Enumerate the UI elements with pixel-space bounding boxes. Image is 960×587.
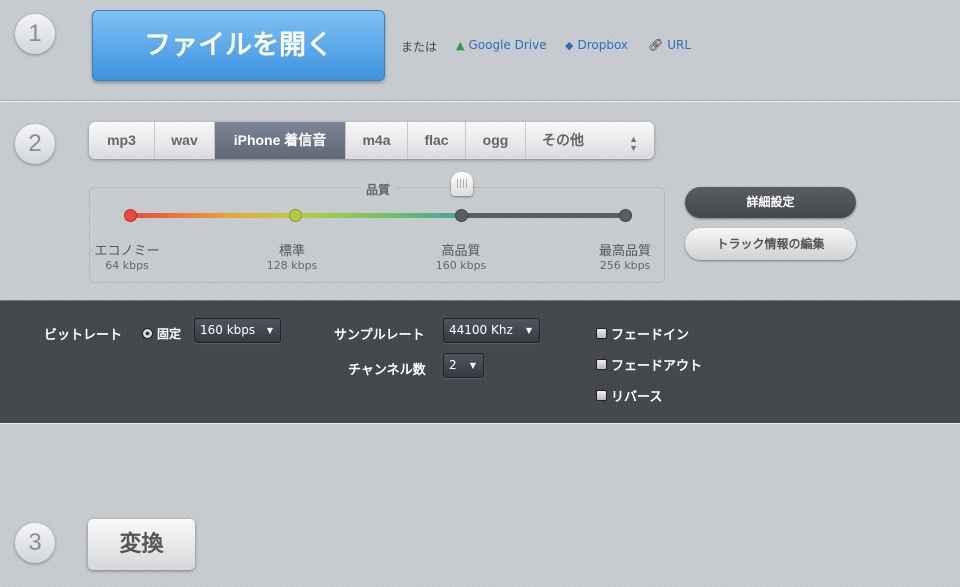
bitrate-value: 160 kbps bbox=[200, 323, 256, 337]
quality-stop-standard[interactable] bbox=[289, 209, 302, 222]
dropdown-arrow-icon: ▼ bbox=[525, 326, 532, 335]
quality-label: 標準 bbox=[278, 244, 305, 259]
dropbox-link[interactable]: ◆ Dropbox bbox=[565, 38, 628, 52]
tab-flac[interactable]: flac bbox=[408, 122, 466, 159]
step-1-badge: 1 bbox=[15, 14, 55, 54]
dropbox-icon: ◆ bbox=[565, 38, 574, 52]
tab-mp3[interactable]: mp3 bbox=[89, 122, 155, 159]
format-tabs: mp3 wav iPhone 着信音 m4a flac ogg その他 ▲ ▼ bbox=[89, 122, 654, 159]
url-link[interactable]: 🔗︎ URL bbox=[648, 38, 691, 52]
bitrate-fixed-radio[interactable]: 固定 bbox=[142, 325, 181, 342]
quality-kbps: 256 kbps bbox=[599, 259, 651, 272]
quality-slider-handle[interactable]: |||| bbox=[451, 172, 473, 196]
step-2-badge: 2 bbox=[15, 124, 55, 164]
quality-title: 品質 bbox=[360, 181, 397, 198]
bitrate-label: ビットレート bbox=[44, 328, 123, 343]
google-drive-icon: ▲ bbox=[456, 38, 465, 52]
url-label: URL bbox=[667, 38, 692, 52]
samplerate-label: サンプルレート bbox=[334, 328, 425, 343]
quality-slider-track[interactable] bbox=[461, 213, 625, 218]
dropdown-arrow-icon: ▼ bbox=[266, 326, 273, 335]
link-icon: 🔗︎ bbox=[648, 38, 664, 52]
dropdown-arrow-icon: ▼ bbox=[469, 361, 476, 370]
google-drive-label: Google Drive bbox=[468, 38, 547, 52]
fade-in-label: フェードイン bbox=[611, 328, 690, 343]
tab-iphone-ringtone[interactable]: iPhone 着信音 bbox=[215, 122, 346, 159]
bitrate-select[interactable]: 160 kbps ▼ bbox=[194, 318, 281, 343]
dropbox-label: Dropbox bbox=[577, 38, 629, 52]
tab-wav[interactable]: wav bbox=[155, 122, 215, 159]
step-3-badge: 3 bbox=[15, 523, 55, 563]
reverse-checkbox[interactable]: リバース bbox=[596, 386, 662, 405]
channels-label: チャンネル数 bbox=[348, 363, 426, 378]
quality-stop-best[interactable] bbox=[619, 209, 632, 222]
fade-out-label: フェードアウト bbox=[611, 359, 703, 374]
fade-in-checkbox[interactable]: フェードイン bbox=[596, 324, 689, 343]
divider bbox=[0, 100, 960, 102]
quality-kbps: 128 kbps bbox=[266, 259, 318, 272]
checkbox-icon bbox=[596, 390, 607, 401]
advanced-panel: ビットレート 固定 160 kbps ▼ サンプルレート 44100 Khz ▼ チ… bbox=[0, 300, 960, 424]
channels-select[interactable]: 2 ▼ bbox=[443, 353, 484, 378]
edit-track-info-button[interactable]: トラック情報の編集 bbox=[685, 228, 856, 260]
reverse-label: リバース bbox=[611, 390, 663, 405]
quality-stop-high[interactable] bbox=[455, 209, 468, 222]
or-label: または bbox=[401, 40, 438, 54]
quality-label: 最高品質 bbox=[598, 244, 651, 259]
sort-arrows-icon: ▲ ▼ bbox=[629, 134, 638, 153]
samplerate-select[interactable]: 44100 Khz ▼ bbox=[443, 318, 540, 343]
bitrate-mode-label: 固定 bbox=[157, 327, 182, 341]
tab-m4a[interactable]: m4a bbox=[346, 122, 408, 159]
tab-ogg[interactable]: ogg bbox=[466, 122, 526, 159]
channels-value: 2 bbox=[449, 358, 457, 372]
advanced-settings-button[interactable]: 詳細設定 bbox=[685, 187, 856, 218]
quality-label: エコノミー bbox=[94, 244, 160, 259]
quality-label: 高品質 bbox=[441, 244, 481, 259]
tab-other[interactable]: その他 ▲ ▼ bbox=[526, 122, 654, 159]
quality-kbps: 64 kbps bbox=[105, 259, 149, 272]
radio-icon bbox=[142, 328, 153, 339]
checkbox-icon bbox=[596, 328, 607, 339]
fade-out-checkbox[interactable]: フェードアウト bbox=[596, 355, 702, 374]
samplerate-value: 44100 Khz bbox=[449, 323, 513, 337]
checkbox-icon bbox=[596, 359, 607, 370]
quality-stop-economy[interactable] bbox=[124, 209, 137, 222]
google-drive-link[interactable]: ▲ Google Drive bbox=[456, 38, 547, 52]
tab-other-label: その他 bbox=[542, 132, 584, 148]
convert-button[interactable]: 変換 bbox=[88, 519, 195, 570]
open-file-button[interactable]: ファイルを開く bbox=[92, 10, 385, 81]
quality-kbps: 160 kbps bbox=[435, 259, 487, 272]
